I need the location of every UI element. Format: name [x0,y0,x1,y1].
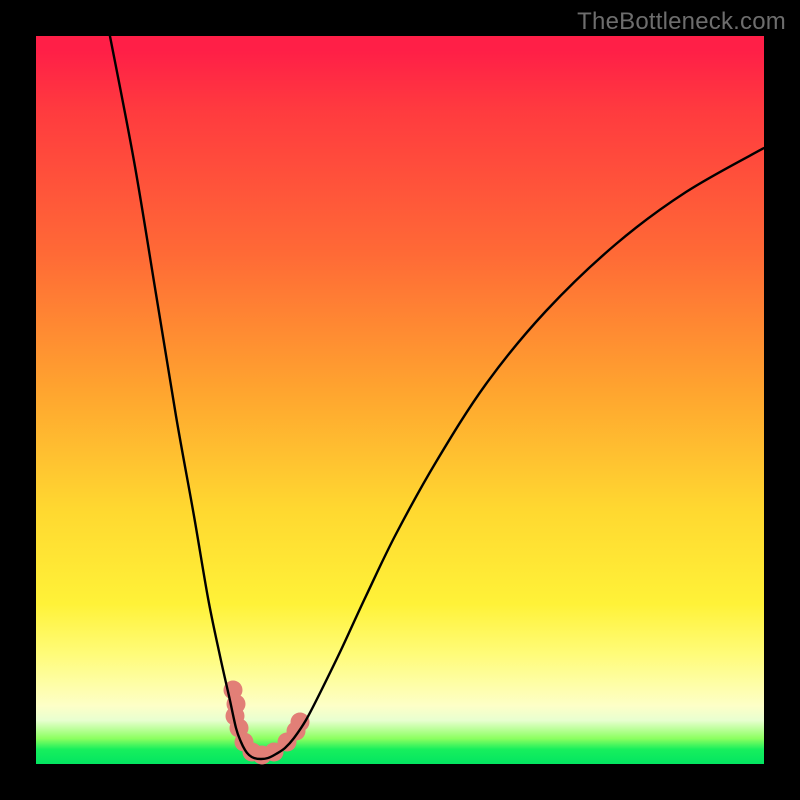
plot-area [36,36,764,764]
bottleneck-curve [108,26,764,759]
curve-layer [36,36,764,764]
watermark-text: TheBottleneck.com [577,8,786,36]
marker-group [224,681,310,765]
outer-frame: TheBottleneck.com [0,0,800,800]
